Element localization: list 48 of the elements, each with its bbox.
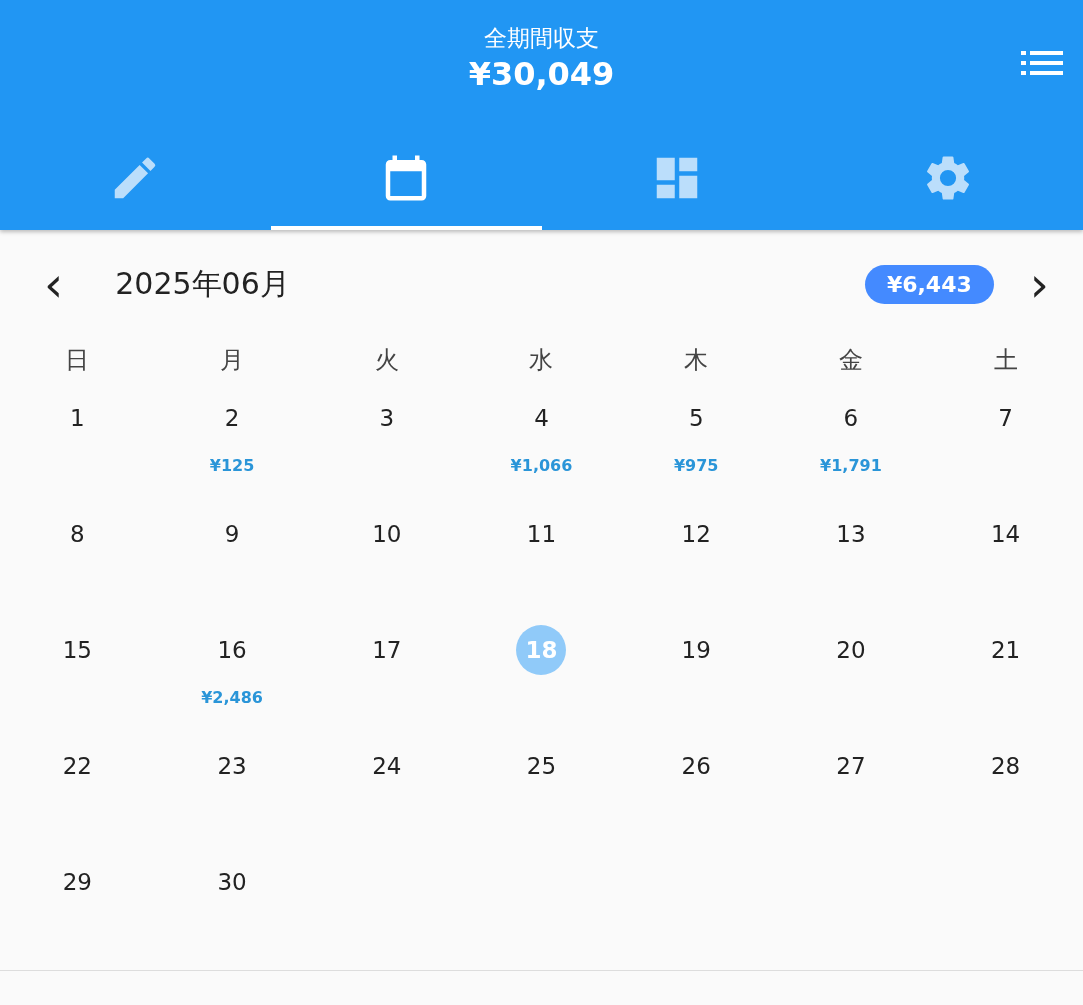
day-amount: ¥975	[673, 456, 719, 475]
day-number[interactable]: 29	[52, 857, 103, 907]
weekday-label: 火	[373, 345, 400, 376]
day-number[interactable]: 8	[52, 509, 103, 559]
day-number[interactable]: 19	[671, 625, 722, 675]
day-amount: ¥2,486	[201, 688, 263, 707]
day-number[interactable]: 17	[361, 625, 412, 675]
day-number[interactable]: 21	[980, 625, 1031, 675]
day-number[interactable]: 16	[207, 625, 258, 675]
day-number[interactable]: 20	[825, 625, 876, 675]
day-number[interactable]: 1	[52, 393, 103, 443]
day-number[interactable]: 24	[361, 741, 412, 791]
day-number[interactable]: 2	[207, 393, 258, 443]
day-number[interactable]: 22	[52, 741, 103, 791]
next-month-button[interactable]: ›	[1019, 264, 1059, 304]
day-number[interactable]: 28	[980, 741, 1031, 791]
day-number[interactable]: 15	[52, 625, 103, 675]
day-amount: ¥125	[209, 456, 255, 475]
day-number[interactable]: 3	[361, 393, 412, 443]
day-number[interactable]: 7	[980, 393, 1031, 443]
weekday-label: 日	[64, 345, 91, 376]
weekday-label: 土	[992, 345, 1019, 376]
day-amount: ¥1,791	[820, 456, 882, 475]
day-number[interactable]: 12	[671, 509, 722, 559]
weekday-label: 月	[219, 345, 246, 376]
day-number[interactable]: 14	[980, 509, 1031, 559]
month-label: 2025年06月	[115, 264, 291, 303]
day-number[interactable]: 4	[516, 393, 567, 443]
weekday-label: 金	[837, 345, 864, 376]
weekday-label: 水	[528, 345, 555, 376]
day-number[interactable]: 10	[361, 509, 412, 559]
day-number[interactable]: 25	[516, 741, 567, 791]
day-number[interactable]: 26	[671, 741, 722, 791]
day-amount: ¥1,066	[510, 456, 573, 475]
day-number[interactable]: 23	[207, 741, 258, 791]
day-number[interactable]: 30	[207, 857, 258, 907]
list-icon[interactable]	[1021, 50, 1063, 76]
day-number[interactable]: 13	[825, 509, 876, 559]
day-number[interactable]: 11	[516, 509, 567, 559]
day-number[interactable]: 9	[207, 509, 258, 559]
month-balance-badge: ¥6,443	[864, 264, 994, 304]
total-balance: ¥30,049	[468, 54, 615, 94]
previous-month-button[interactable]: ‹	[34, 264, 74, 304]
day-number[interactable]: 5	[671, 393, 722, 443]
header-title: 全期間収支	[484, 24, 599, 53]
day-number[interactable]: 6	[825, 393, 876, 443]
day-number[interactable]: 27	[825, 741, 876, 791]
weekday-label: 木	[683, 345, 710, 376]
